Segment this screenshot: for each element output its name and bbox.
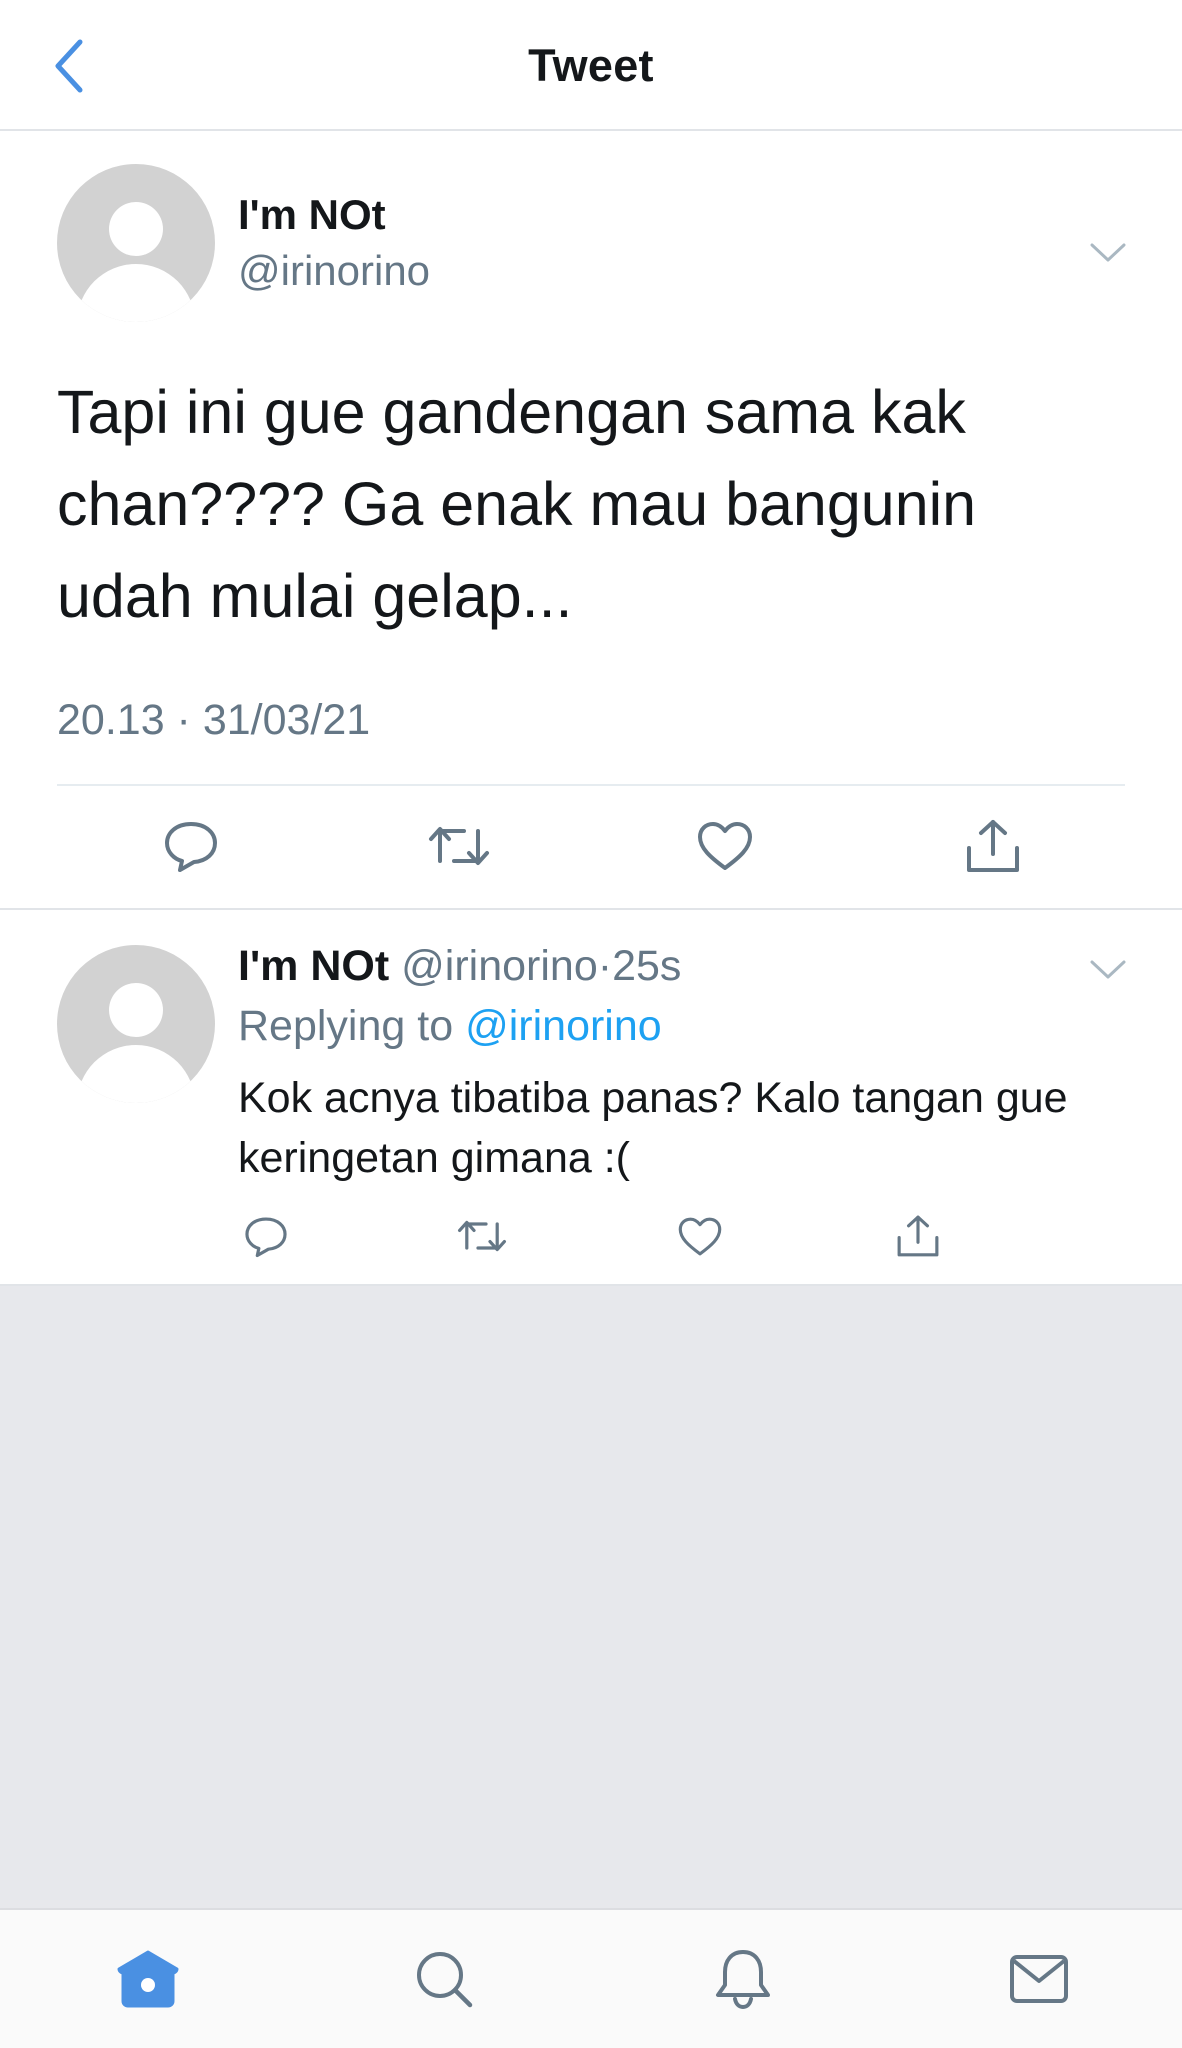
page-title: Tweet <box>528 40 654 91</box>
chevron-down-icon <box>1090 243 1126 262</box>
mention-link[interactable]: @irinorino <box>465 1002 662 1050</box>
retweet-button[interactable] <box>454 1208 510 1264</box>
reply-icon <box>165 822 217 872</box>
search-icon <box>417 1952 473 2008</box>
reply-text: Kok acnya tibatiba panas? Kalo tangan gu… <box>238 1074 1068 1182</box>
user-handle[interactable]: @irinorino <box>238 247 430 295</box>
tab-notifications[interactable] <box>708 1944 778 2014</box>
notifications-icon <box>716 1950 770 2010</box>
reply-tweet[interactable]: I'm NOt @irinorino·25s Replying to @irin… <box>0 910 1182 1286</box>
main-tweet: I'm NOt @irinorino Tapi ini gue gandenga… <box>0 131 1182 910</box>
tweet-text: Tapi ini gue gandengan sama kak chan????… <box>57 378 977 630</box>
avatar-body-shape <box>77 264 195 322</box>
reply-header: I'm NOt @irinorino·25s <box>238 942 681 991</box>
nav-header: Tweet <box>0 0 1182 131</box>
separator-dot: · <box>597 942 613 990</box>
reply-button[interactable] <box>156 811 226 881</box>
empty-area <box>0 1286 1182 1908</box>
like-icon <box>698 822 752 870</box>
share-icon <box>897 1215 939 1257</box>
tweet-detail-screen: Tweet I'm NOt @irinorino Tapi ini gue ga… <box>0 0 1182 2048</box>
tab-messages[interactable] <box>1004 1944 1074 2014</box>
reply-button[interactable] <box>238 1208 294 1264</box>
avatar-head-shape <box>109 983 163 1037</box>
avatar-body-shape <box>77 1045 195 1103</box>
share-button[interactable] <box>890 1208 946 1264</box>
display-name[interactable]: I'm NOt <box>238 942 389 990</box>
divider <box>57 784 1125 786</box>
tab-search[interactable] <box>409 1944 479 2014</box>
tweet-age: 25s <box>612 942 682 990</box>
replying-to-label: Replying to <box>238 1002 466 1050</box>
avatar[interactable] <box>57 164 215 322</box>
display-name[interactable]: I'm NOt <box>238 191 386 239</box>
more-options-button[interactable] <box>1088 241 1128 265</box>
tab-bar <box>0 1908 1182 2048</box>
like-button[interactable] <box>672 1208 728 1264</box>
retweet-icon <box>429 827 489 865</box>
like-icon <box>678 1217 722 1255</box>
replying-to: Replying to @irinorino <box>238 1002 662 1051</box>
avatar-head-shape <box>109 202 163 256</box>
share-button[interactable] <box>958 811 1028 881</box>
tweet-timestamp: 20.13 · 31/03/21 <box>57 696 371 744</box>
retweet-icon <box>457 1220 506 1252</box>
user-handle[interactable]: @irinorino <box>401 942 598 990</box>
avatar[interactable] <box>57 945 215 1103</box>
reply-icon <box>245 1216 287 1257</box>
messages-icon <box>1010 1955 1068 2003</box>
like-button[interactable] <box>690 811 760 881</box>
home-icon <box>117 1950 179 2008</box>
more-options-button[interactable] <box>1088 958 1128 982</box>
retweet-button[interactable] <box>424 811 494 881</box>
tab-home[interactable] <box>113 1944 183 2014</box>
share-icon <box>967 820 1019 872</box>
chevron-down-icon <box>1090 960 1126 979</box>
